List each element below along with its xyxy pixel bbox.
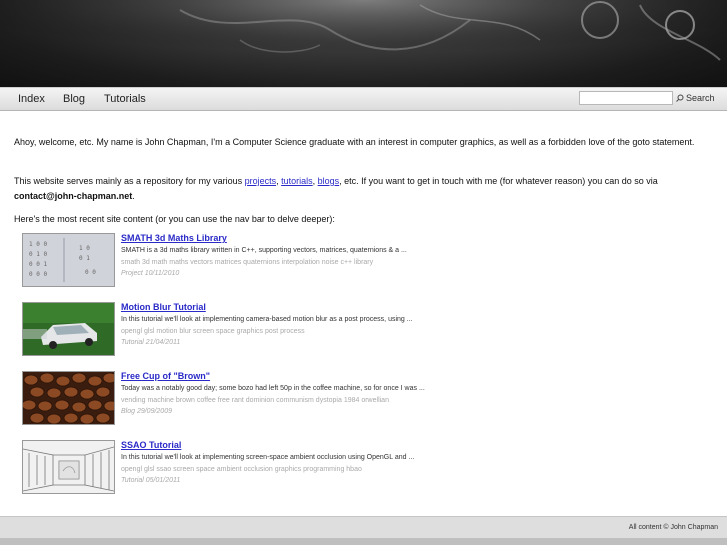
content-item: Motion Blur Tutorial In this tutorial we… (22, 302, 702, 356)
banner-artwork (0, 0, 727, 87)
intro-paragraph: Ahoy, welcome, etc. My name is John Chap… (14, 137, 695, 147)
svg-text:0 0: 0 0 (85, 269, 96, 276)
item-tags: opengl glsl motion blur screen space gra… (121, 328, 305, 335)
ssao-room-thumbnail[interactable] (22, 440, 115, 494)
search-button-label: Search (686, 93, 715, 103)
item-tags: smath 3d math maths vectors matrices qua… (121, 259, 374, 266)
tutorials-link[interactable]: tutorials (281, 176, 313, 186)
copyright-text: All content © John Chapman (628, 524, 718, 531)
svg-text:1 0 0: 1 0 0 (29, 241, 47, 248)
matrix-thumbnail[interactable]: 1 0 0 0 1 0 0 0 1 0 0 0 1 0 0 1 0 0 (22, 233, 115, 287)
item-title[interactable]: Motion Blur Tutorial (121, 302, 206, 312)
projects-link[interactable]: projects (245, 176, 277, 186)
repository-text-start: This website serves mainly as a reposito… (14, 176, 245, 186)
svg-text:0 0 1: 0 0 1 (29, 261, 47, 268)
nav-item-index[interactable]: Index (18, 93, 45, 105)
item-title[interactable]: Free Cup of "Brown" (121, 371, 210, 381)
repository-text-end: . (132, 191, 135, 201)
item-description: In this tutorial we'll look at implement… (121, 454, 415, 461)
contact-email: contact@john-chapman.net (14, 191, 133, 201)
item-tags: vending machine brown coffee free rant d… (121, 397, 389, 404)
item-date: Tutorial 05/01/2011 (121, 477, 181, 484)
item-date: Blog 29/09/2009 (121, 408, 172, 415)
item-description: In this tutorial we'll look at implement… (121, 316, 413, 323)
recent-content-intro: Here's the most recent site content (or … (14, 214, 335, 224)
item-title[interactable]: SMATH 3d Maths Library (121, 233, 227, 243)
footer-bottom-strip (0, 538, 727, 545)
header-banner (0, 0, 727, 87)
content-item: Free Cup of "Brown" Today was a notably … (22, 371, 702, 425)
item-date: Tutorial 21/04/2011 (121, 339, 181, 346)
search-icon (676, 94, 684, 102)
nav-item-tutorials[interactable]: Tutorials (104, 93, 146, 105)
search-input[interactable] (579, 91, 673, 105)
nav-item-blog[interactable]: Blog (63, 93, 85, 105)
repository-text-middle: , etc. If you want to get in touch with … (339, 176, 658, 186)
svg-text:0 1: 0 1 (79, 255, 90, 262)
content-item: 1 0 0 0 1 0 0 0 1 0 0 0 1 0 0 1 0 0 SMATH 3d … (22, 233, 702, 287)
content-item: SSAO Tutorial In this tutorial we'll loo… (22, 440, 702, 494)
footer: All content © John Chapman (0, 516, 727, 539)
item-date: Project 10/11/2010 (121, 270, 180, 277)
coffee-beans-thumbnail[interactable] (22, 371, 115, 425)
item-title[interactable]: SSAO Tutorial (121, 440, 181, 450)
svg-text:1 0: 1 0 (79, 245, 90, 252)
blogs-link[interactable]: blogs (318, 176, 340, 186)
repository-paragraph: This website serves mainly as a reposito… (14, 174, 714, 204)
item-description: Today was a notably good day; some bozo … (121, 385, 425, 392)
nav-bar: Index Blog Tutorials Search (0, 87, 727, 111)
item-description: SMATH is a 3d maths library written in C… (121, 247, 407, 254)
car-thumbnail[interactable] (22, 302, 115, 356)
search-button[interactable]: Search (676, 93, 715, 103)
item-tags: opengl glsl ssao screen space ambient oc… (121, 466, 362, 473)
svg-text:0 1 0: 0 1 0 (29, 251, 47, 258)
svg-text:0 0 0: 0 0 0 (29, 271, 47, 278)
